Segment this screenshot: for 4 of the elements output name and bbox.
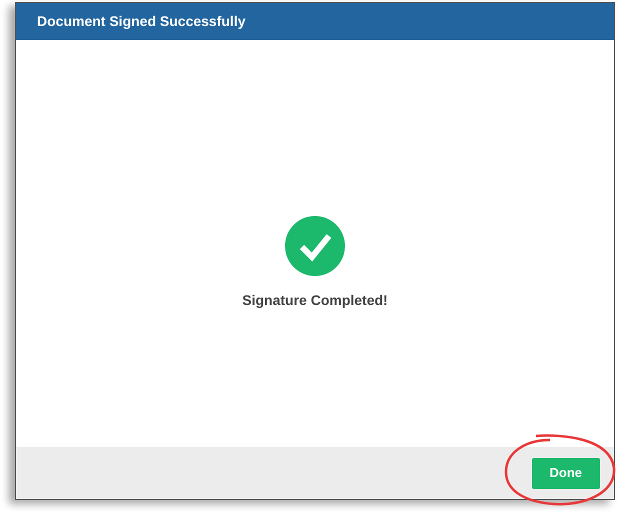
- done-button[interactable]: Done: [532, 458, 600, 488]
- check-icon: [285, 216, 345, 276]
- dialog-title: Document Signed Successfully: [37, 12, 246, 31]
- status-message: Signature Completed!: [242, 291, 388, 310]
